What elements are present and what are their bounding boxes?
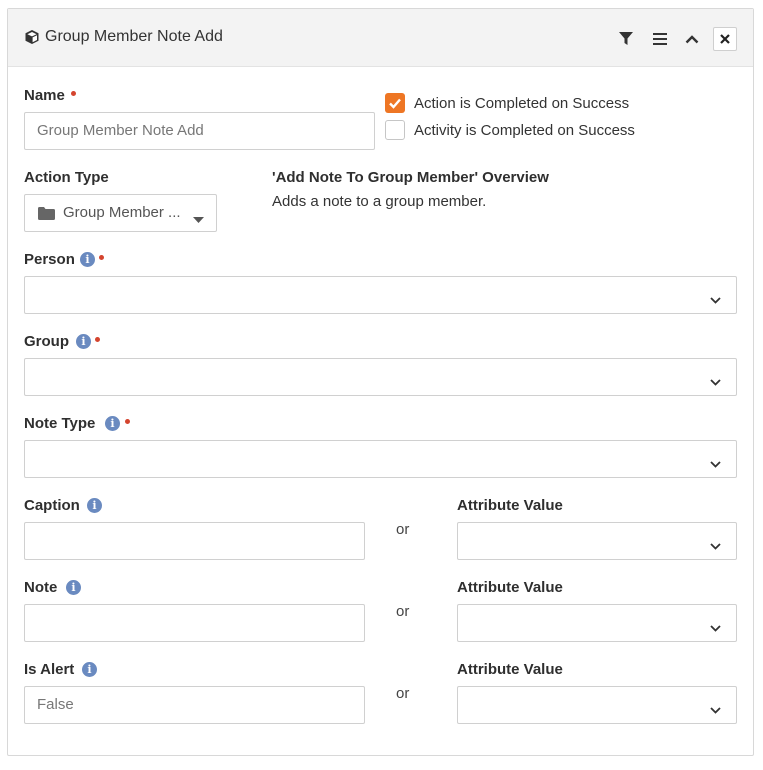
is-alert-label: Is Alert [24,661,75,678]
is-alert-attribute-select[interactable] [457,686,737,724]
note-type-label: Note Type [24,415,96,432]
activity-completed-checkbox[interactable] [385,120,405,140]
is-alert-input[interactable]: False [24,686,365,724]
folder-icon [38,207,55,225]
chevron-down-icon [710,701,721,719]
or-text: or [396,521,410,538]
info-icon[interactable]: i [105,416,120,431]
info-icon[interactable]: i [76,334,91,349]
attribute-value-label: Attribute Value [457,661,563,678]
chevron-down-icon [710,291,721,309]
required-indicator [71,91,76,96]
panel-title: Group Member Note Add [45,28,223,45]
or-text: or [396,685,410,702]
note-input[interactable] [24,604,365,642]
name-input[interactable]: Group Member Note Add [24,112,375,150]
required-indicator [99,255,104,260]
attribute-value-label: Attribute Value [457,497,563,514]
close-icon[interactable] [713,27,737,51]
required-indicator [95,337,100,342]
action-completed-label: Action is Completed on Success [414,95,630,112]
note-attribute-select[interactable] [457,604,737,642]
info-icon[interactable]: i [82,662,97,677]
caret-down-icon [193,210,204,228]
menu-icon[interactable] [648,27,672,51]
chevron-up-icon[interactable] [680,27,704,51]
cube-icon [24,29,40,45]
caption-attribute-select[interactable] [457,522,737,560]
action-type-value: Group Member ... [63,204,181,221]
note-label: Note [24,579,58,596]
filter-icon[interactable] [614,27,638,51]
or-text: or [396,603,410,620]
group-label: Group [24,333,69,350]
activity-completed-label: Activity is Completed on Success [414,122,635,139]
info-icon[interactable]: i [66,580,81,595]
person-select[interactable] [24,276,737,314]
panel-header: Group Member Note Add [8,9,753,67]
checkmark-icon [389,98,401,109]
action-completed-checkbox[interactable] [385,93,405,113]
person-label: Person [24,251,75,268]
info-icon[interactable]: i [80,252,95,267]
overview-title: 'Add Note To Group Member' Overview [272,169,549,186]
caption-label: Caption [24,497,80,514]
caption-input[interactable] [24,522,365,560]
group-select[interactable] [24,358,737,396]
chevron-down-icon [710,455,721,473]
chevron-down-icon [710,373,721,391]
overview-description: Adds a note to a group member. [272,193,487,210]
action-type-label: Action Type [24,169,109,186]
chevron-down-icon [710,537,721,555]
attribute-value-label: Attribute Value [457,579,563,596]
chevron-down-icon [710,619,721,637]
note-type-select[interactable] [24,440,737,478]
info-icon[interactable]: i [87,498,102,513]
name-label: Name [24,87,65,104]
required-indicator [125,419,130,424]
